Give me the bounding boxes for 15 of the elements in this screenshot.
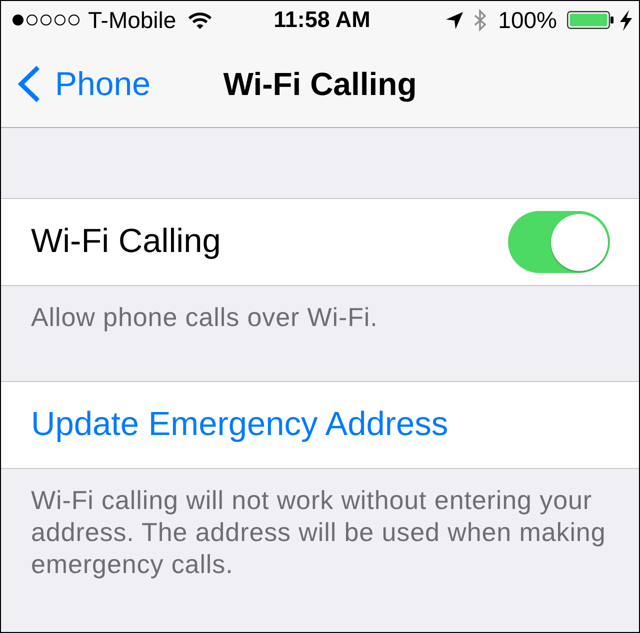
battery-icon [567,11,614,29]
back-button[interactable]: Phone [16,64,150,104]
action-row-button[interactable]: Update Emergency Address [1,381,639,469]
back-chevron-icon [16,65,41,103]
row-label: Wi-Fi Calling [31,222,221,262]
nav-title: Wi-Fi Calling [223,64,417,104]
carrier-name: T-Mobile [88,6,176,34]
section-footer-text: Allow phone calls over Wi-Fi. [30,301,379,334]
bluetooth-icon [474,8,486,32]
location-arrow-icon [446,12,464,28]
signal-strength-icon [12,14,80,26]
section-footer-text: Wi-Fi calling will not work without entering your address. The address will be used when making emergency calls. [30,484,607,581]
battery-percentage: 100% [498,6,557,34]
wifi-icon [188,11,212,29]
status-time: 11:58 AM [274,7,370,33]
